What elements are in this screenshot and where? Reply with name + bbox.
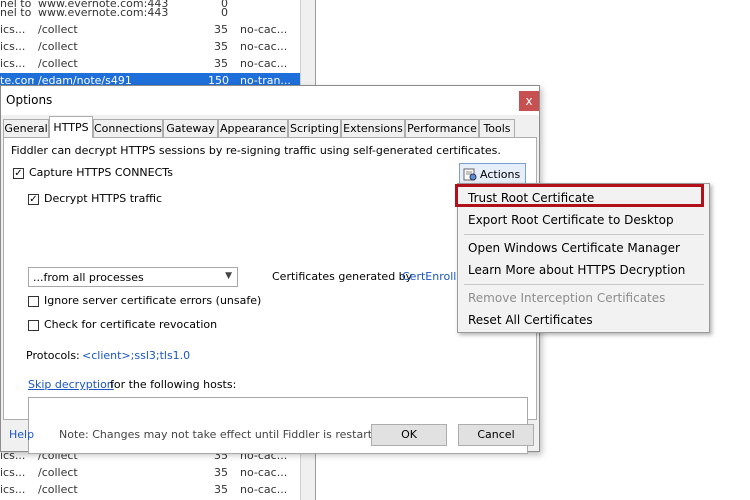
session-url: www.evernote.com:443 xyxy=(38,6,169,19)
skip-hosts-textarea[interactable] xyxy=(28,397,528,454)
ignore-errors-label[interactable]: Ignore server certificate errors (unsafe… xyxy=(44,294,261,307)
checkmark-icon: ✓ xyxy=(29,194,38,205)
actions-button-label: Actions xyxy=(480,168,521,181)
session-row[interactable]: nel to www.evernote.com:443 0 xyxy=(0,5,300,22)
certs-generated-label: Certificates generated by xyxy=(272,270,413,283)
session-body-size: 0 xyxy=(221,6,228,19)
decrypt-https-label[interactable]: Decrypt HTTPS traffic xyxy=(44,192,162,205)
session-row[interactable]: ics... /collect 35 no-cac... xyxy=(0,482,300,499)
highlight-box xyxy=(455,184,704,207)
process-filter-value: ...from all processes xyxy=(33,271,144,284)
help-link[interactable]: Help xyxy=(9,428,34,441)
menu-item-remove-certs: Remove Interception Certificates xyxy=(468,291,666,305)
session-body-size: 35 xyxy=(214,466,228,479)
menu-item-open-cert-manager[interactable]: Open Windows Certificate Manager xyxy=(468,241,680,255)
session-caching: no-cac... xyxy=(240,57,288,70)
menu-item-export-root[interactable]: Export Root Certificate to Desktop xyxy=(468,213,674,227)
capture-https-checkbox[interactable]: ✓ xyxy=(13,168,24,179)
ignore-errors-checkbox[interactable] xyxy=(28,296,39,307)
session-row[interactable]: ics... /collect 35 no-cac... xyxy=(0,465,300,482)
session-host: ics... xyxy=(0,40,26,53)
session-body-size: 35 xyxy=(214,40,228,53)
session-body-size: 35 xyxy=(214,23,228,36)
tab-performance[interactable]: Performance xyxy=(405,119,479,137)
session-row[interactable]: ics... /collect 35 no-cac... xyxy=(0,39,300,56)
session-caching: no-cac... xyxy=(240,40,288,53)
dialog-titlebar[interactable]: Options x xyxy=(1,86,539,115)
session-caching: no-cac... xyxy=(240,23,288,36)
skip-decryption-link[interactable]: Skip decryption xyxy=(28,378,114,391)
tab-extensions[interactable]: Extensions xyxy=(341,119,405,137)
close-icon: x xyxy=(525,94,533,108)
menu-item-learn-more[interactable]: Learn More about HTTPS Decryption xyxy=(468,263,685,277)
dialog-title: Options xyxy=(6,93,53,107)
actions-button[interactable]: Actions xyxy=(459,163,526,185)
session-url: /collect xyxy=(38,23,78,36)
session-host: ics... xyxy=(0,57,26,70)
capture-https-label[interactable]: Capture HTTPS CONNECTs xyxy=(29,166,173,179)
checkmark-icon: ✓ xyxy=(14,168,23,179)
session-row[interactable]: ics... /collect 35 no-cac... xyxy=(0,22,300,39)
restart-note: Note: Changes may not take effect until … xyxy=(59,428,390,441)
session-body-size: 35 xyxy=(214,483,228,496)
tab-https[interactable]: HTTPS xyxy=(49,116,93,138)
chevron-down-icon: ▼ xyxy=(225,271,232,281)
tab-scripting[interactable]: Scripting xyxy=(288,119,341,137)
check-revocation-label[interactable]: Check for certificate revocation xyxy=(44,318,217,331)
session-url: /collect xyxy=(38,466,78,479)
tab-general[interactable]: General xyxy=(3,119,49,137)
ok-button[interactable]: OK xyxy=(371,424,447,446)
tab-connections[interactable]: Connections xyxy=(93,119,163,137)
session-host: ics... xyxy=(0,483,26,496)
menu-item-reset-certs[interactable]: Reset All Certificates xyxy=(468,313,593,327)
skip-decryption-text: for the following hosts: xyxy=(110,378,237,391)
https-description: Fiddler can decrypt HTTPS sessions by re… xyxy=(11,144,501,157)
protocols-label: Protocols: xyxy=(26,349,80,362)
decrypt-https-checkbox[interactable]: ✓ xyxy=(28,194,39,205)
session-url: /collect xyxy=(38,40,78,53)
tab-appearance[interactable]: Appearance xyxy=(218,119,288,137)
session-body-size: 35 xyxy=(214,57,228,70)
certificate-icon xyxy=(463,168,477,181)
session-host: nel to xyxy=(0,6,32,19)
cancel-button[interactable]: Cancel xyxy=(458,424,534,446)
session-caching: no-cac... xyxy=(240,466,288,479)
close-button[interactable]: x xyxy=(519,91,539,111)
check-revocation-checkbox[interactable] xyxy=(28,320,39,331)
protocols-link[interactable]: <client>;ssl3;tls1.0 xyxy=(82,349,190,362)
tab-gateway[interactable]: Gateway xyxy=(163,119,218,137)
menu-separator xyxy=(464,284,704,285)
session-host: ics... xyxy=(0,466,26,479)
session-url: /collect xyxy=(38,483,78,496)
process-filter-select[interactable]: ...from all processes ▼ xyxy=(28,267,238,287)
session-row[interactable]: ics... /collect 35 no-cac... xyxy=(0,56,300,73)
tab-tools[interactable]: Tools xyxy=(479,119,515,137)
session-url: /collect xyxy=(38,57,78,70)
menu-separator xyxy=(464,234,704,235)
session-caching: no-cac... xyxy=(240,483,288,496)
session-host: ics... xyxy=(0,23,26,36)
